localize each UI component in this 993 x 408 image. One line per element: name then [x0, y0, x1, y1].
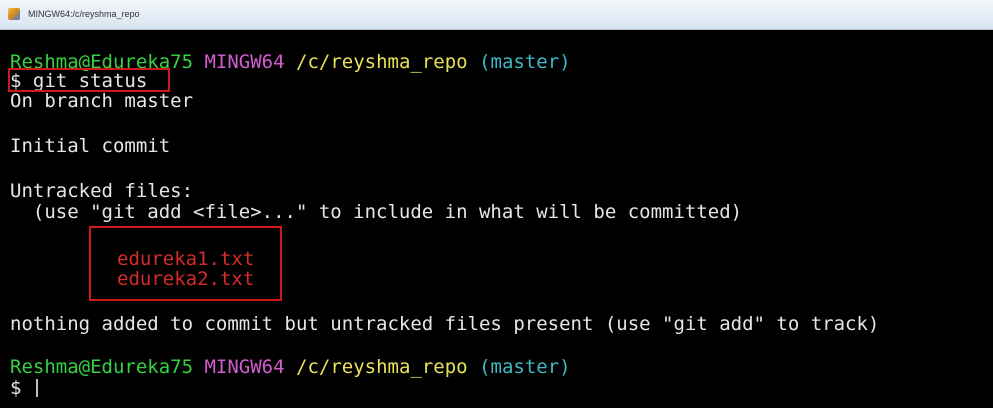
input-line[interactable]: $: [10, 377, 33, 399]
prompt-system: MINGW64: [204, 51, 285, 73]
untracked-header-line: Untracked files:: [10, 180, 194, 202]
untracked-files-highlight-box: [89, 226, 282, 301]
command-highlight-box: [8, 68, 170, 92]
terminal-output[interactable]: Reshma@Edureka75 MINGW64 /c/reyshma_repo…: [0, 30, 993, 408]
prompt-line-2: Reshma@Edureka75 MINGW64 /c/reyshma_repo…: [10, 356, 571, 378]
on-branch-line: On branch master: [10, 90, 194, 112]
prompt-branch: (master): [479, 51, 571, 73]
initial-commit-line: Initial commit: [10, 135, 171, 157]
text-cursor: [36, 379, 38, 397]
git-bash-icon: [8, 8, 20, 20]
prompt-user-host: Reshma@Edureka75: [10, 356, 194, 378]
prompt-system: MINGW64: [204, 356, 285, 378]
summary-line: nothing added to commit but untracked fi…: [10, 313, 880, 335]
prompt-path: /c/reyshma_repo: [296, 356, 468, 378]
terminal-window: MINGW64:/c/reyshma_repo Reshma@Edureka75…: [0, 0, 993, 408]
prompt-path: /c/reyshma_repo: [296, 51, 468, 73]
prompt-branch: (master): [479, 356, 571, 378]
window-title: MINGW64:/c/reyshma_repo: [28, 9, 140, 19]
git-add-hint-line: (use "git add <file>..." to include in w…: [10, 201, 743, 223]
title-bar[interactable]: MINGW64:/c/reyshma_repo: [0, 0, 993, 30]
